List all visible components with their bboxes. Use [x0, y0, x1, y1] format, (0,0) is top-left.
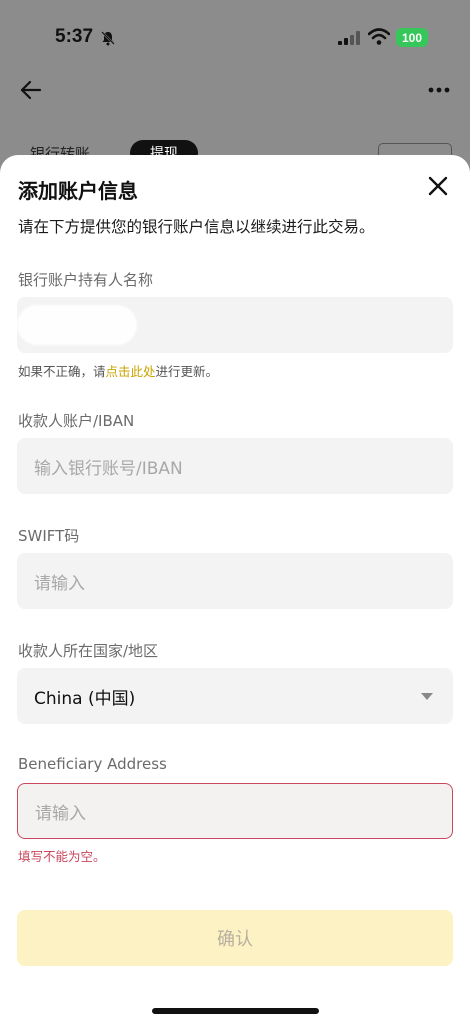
add-account-sheet: 添加账户信息 请在下方提供您的银行账户信息以继续进行此交易。 银行账户持有人名称…	[0, 155, 470, 1024]
account-iban-placeholder: 输入银行账号/IBAN	[34, 458, 183, 479]
redacted-name-mask	[17, 305, 137, 345]
account-iban-input[interactable]: 输入银行账号/IBAN	[17, 438, 453, 494]
swift-label: SWIFT码	[18, 527, 80, 545]
hint-prefix: 如果不正确，请	[18, 364, 106, 379]
status-time: 5:37	[55, 26, 94, 47]
sheet-title: 添加账户信息	[18, 179, 138, 203]
beneficiary-address-input[interactable]: 请输入	[17, 783, 453, 839]
sheet-subtitle: 请在下方提供您的银行账户信息以继续进行此交易。	[18, 218, 375, 236]
more-options-icon[interactable]	[428, 87, 450, 93]
chevron-down-icon	[421, 693, 433, 700]
back-arrow-icon[interactable]	[20, 80, 42, 100]
account-iban-label: 收款人账户/IBAN	[18, 412, 135, 430]
beneficiary-address-placeholder: 请输入	[35, 803, 86, 824]
update-name-link[interactable]: 点击此处	[106, 364, 156, 379]
address-error-message: 填写不能为空。	[18, 849, 106, 864]
swift-input[interactable]: 请输入	[17, 553, 453, 609]
battery-indicator: 100	[396, 28, 428, 47]
close-icon[interactable]	[425, 173, 451, 199]
home-indicator	[152, 1008, 319, 1014]
beneficiary-address-label: Beneficiary Address	[18, 755, 167, 773]
country-label: 收款人所在国家/地区	[18, 642, 159, 660]
holder-name-field	[17, 297, 453, 353]
cellular-signal-icon	[338, 31, 360, 45]
swift-placeholder: 请输入	[34, 573, 85, 594]
country-value: China (中国)	[34, 688, 136, 709]
hint-suffix: 进行更新。	[155, 364, 219, 379]
bell-muted-icon	[101, 31, 115, 46]
confirm-button[interactable]: 确认	[17, 910, 453, 966]
holder-name-label: 银行账户持有人名称	[18, 271, 154, 289]
holder-name-hint: 如果不正确，请点击此处进行更新。	[18, 361, 218, 380]
wifi-icon	[368, 28, 390, 45]
background-page: 5:37 100 银行转账 提现	[0, 0, 470, 170]
country-select[interactable]: China (中国)	[17, 668, 453, 724]
